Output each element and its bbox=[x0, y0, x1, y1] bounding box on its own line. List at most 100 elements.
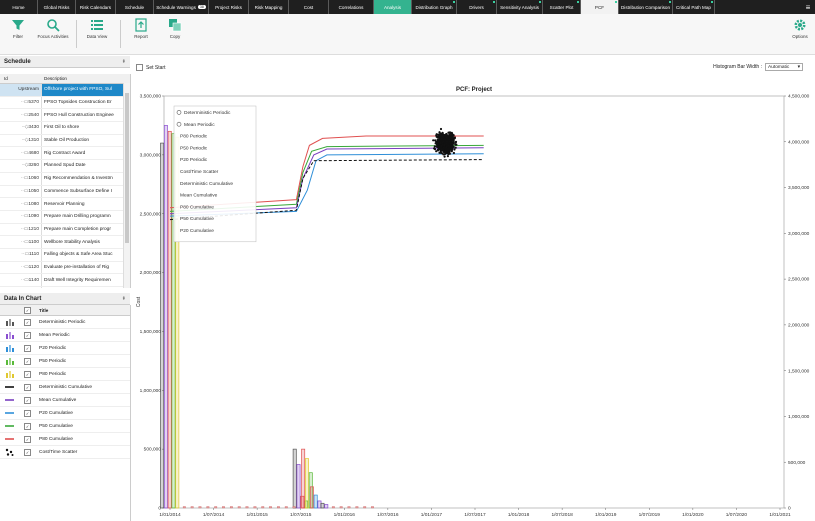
histogram-bar[interactable] bbox=[214, 506, 218, 509]
histogram-bar[interactable] bbox=[160, 142, 165, 509]
column-description-header[interactable]: Description bbox=[42, 76, 67, 81]
legend-item-label[interactable]: Deterministic Periodic bbox=[184, 110, 231, 116]
pin-icon[interactable]: ⇞ bbox=[122, 59, 126, 65]
schedule-row[interactable]: ··▭ 1140 Draft Well Integrity Requiremen bbox=[0, 274, 130, 287]
tab-schedule-warnings[interactable]: Schedule Warnings 38 bbox=[154, 0, 209, 14]
histogram-bar[interactable] bbox=[320, 502, 325, 509]
pin-icon[interactable]: ⇞ bbox=[122, 296, 126, 302]
histogram-bar[interactable] bbox=[245, 506, 249, 509]
schedule-row[interactable]: ··▭ 1120 Evaluate pre-installation of Rig bbox=[0, 261, 130, 275]
tab-home[interactable]: Home bbox=[0, 0, 38, 14]
series-row[interactable]: ✓ Mean Periodic bbox=[0, 329, 130, 342]
legend-item-label[interactable]: Deterministic Cumulative bbox=[180, 181, 233, 187]
series-row[interactable]: ✓ Mean Cumulative bbox=[0, 394, 130, 407]
series-row[interactable]: ✓ P20 Periodic bbox=[0, 342, 130, 355]
series-row[interactable]: ✓ P50 Periodic bbox=[0, 355, 130, 368]
histogram-bar[interactable] bbox=[296, 464, 301, 509]
schedule-row[interactable]: ··▭ 2540 FPSO Hull Construction Enginee bbox=[0, 109, 130, 123]
tab-risk-mapping[interactable]: Risk Mapping bbox=[249, 0, 289, 14]
histogram-bar[interactable] bbox=[222, 506, 225, 509]
series-visibility-checkbox[interactable]: ✓ bbox=[24, 396, 31, 404]
series-visibility-checkbox[interactable]: ✓ bbox=[24, 331, 31, 339]
schedule-row[interactable]: ··▭ 1110 Falling objects & Safe Area Stuc bbox=[0, 248, 130, 262]
histogram-bar[interactable] bbox=[182, 506, 186, 509]
histogram-bar[interactable] bbox=[277, 506, 280, 509]
focus-activities-button[interactable]: Focus Activities bbox=[36, 18, 70, 39]
schedule-row[interactable]: Upstream Offshore project with FPSO, Sul bbox=[0, 84, 130, 97]
options-button[interactable]: Options bbox=[788, 18, 812, 39]
histogram-bar[interactable] bbox=[284, 506, 288, 509]
tab-cost[interactable]: Cost bbox=[289, 0, 329, 14]
schedule-row[interactable]: ··▭ 4680 Rig Contract Award bbox=[0, 147, 130, 161]
legend-item-label[interactable]: P20 Periodic bbox=[180, 157, 208, 163]
tab-risk-calendars[interactable]: Risk Calendars bbox=[76, 0, 116, 14]
series-row[interactable]: ✓ Deterministic Periodic bbox=[0, 316, 130, 329]
histogram-bar[interactable] bbox=[198, 506, 202, 509]
tab-distribution-graph[interactable]: Distribution Graph bbox=[412, 0, 457, 14]
tab-schedule[interactable]: Schedule bbox=[116, 0, 154, 14]
legend-item-label[interactable]: P80 Periodic bbox=[180, 134, 208, 140]
tab-analysis[interactable]: Analysis bbox=[374, 0, 412, 14]
schedule-row[interactable]: ··▭ 5370 FPSO Topsides Construction Er bbox=[0, 96, 130, 110]
tab-project-risks[interactable]: Project Risks bbox=[209, 0, 249, 14]
histogram-bar[interactable] bbox=[261, 506, 265, 509]
histogram-bar[interactable] bbox=[331, 506, 335, 509]
legend-item-label[interactable]: Cost/Time Scatter bbox=[180, 169, 219, 175]
series-visibility-checkbox[interactable]: ✓ bbox=[24, 318, 31, 326]
histogram-bar[interactable] bbox=[347, 506, 351, 509]
filter-button[interactable]: Filter bbox=[6, 18, 30, 39]
schedule-row[interactable]: ··◇ 1310 Stable Oil Production bbox=[0, 134, 130, 148]
histogram-bar[interactable] bbox=[163, 125, 168, 509]
histogram-bar[interactable] bbox=[309, 486, 314, 509]
schedule-row[interactable]: ··▭ 1210 Prepare main Completion progr bbox=[0, 223, 130, 237]
schedule-row[interactable]: ··▭ 1080 Reservoir Planning bbox=[0, 198, 130, 211]
legend-item-label[interactable]: P20 Cumulative bbox=[180, 228, 214, 234]
legend-item-label[interactable]: P80 Cumulative bbox=[180, 204, 214, 210]
legend-item-label[interactable]: Mean Periodic bbox=[184, 122, 215, 128]
histogram-bar[interactable] bbox=[269, 506, 272, 509]
data-view-button[interactable]: Data View bbox=[84, 18, 110, 39]
histogram-bar[interactable] bbox=[237, 506, 241, 509]
column-id-header[interactable]: Id bbox=[0, 76, 42, 81]
series-visibility-checkbox[interactable]: ✓ bbox=[24, 357, 31, 365]
series-visibility-checkbox[interactable]: ✓ bbox=[24, 422, 31, 430]
schedule-row[interactable]: ··▭ 1060 Rig Recommendation & Investm bbox=[0, 172, 130, 186]
series-row[interactable]: ✓ Cost/Time Scatter bbox=[0, 446, 130, 459]
schedule-row[interactable]: ··▭ 1170Draft SIMOPS Guidelines bbox=[0, 287, 130, 288]
report-button[interactable]: Report bbox=[130, 18, 152, 39]
schedule-row[interactable]: ··▭ 1050 Commence Subsurface Define I bbox=[0, 185, 130, 199]
series-visibility-checkbox[interactable]: ✓ bbox=[24, 435, 31, 443]
hamburger-menu-icon[interactable]: ≡ bbox=[801, 0, 815, 14]
pcf-chart[interactable]: PCF: Project Cost 0 500,000 1,000,000 1,500,0… bbox=[132, 56, 815, 521]
schedule-row[interactable]: ··◇ 3260 Planned Spud Date bbox=[0, 160, 130, 173]
histogram-bar[interactable] bbox=[313, 494, 318, 509]
tab-scatter-plot[interactable]: Scatter Plot bbox=[543, 0, 581, 14]
tab-pcf[interactable]: PCF bbox=[581, 0, 619, 14]
legend-item-label[interactable]: Mean Cumulative bbox=[180, 193, 218, 199]
schedule-row[interactable]: ··▭ 1090 Prepare main Drilling programn bbox=[0, 210, 130, 224]
series-visibility-checkbox[interactable]: ✓ bbox=[24, 448, 31, 456]
histogram-bar[interactable] bbox=[206, 506, 210, 509]
histogram-bar[interactable] bbox=[292, 506, 296, 509]
histogram-bar[interactable] bbox=[190, 506, 194, 509]
tab-global-risks[interactable]: Global Risks bbox=[38, 0, 76, 14]
histogram-bar[interactable] bbox=[301, 448, 306, 509]
series-visibility-checkbox[interactable]: ✓ bbox=[24, 344, 31, 352]
histogram-bar[interactable] bbox=[229, 506, 233, 509]
histogram-bar[interactable] bbox=[167, 130, 172, 509]
schedule-scrollbar[interactable] bbox=[123, 83, 130, 288]
tab-drivers[interactable]: Drivers bbox=[457, 0, 497, 14]
histogram-bar[interactable] bbox=[253, 506, 257, 509]
tab-distribution-comparison[interactable]: Distribution Comparison bbox=[619, 0, 673, 14]
series-row[interactable]: ✓ Deterministic Cumulative bbox=[0, 381, 130, 394]
tab-correlations[interactable]: Correlations bbox=[329, 0, 374, 14]
histogram-bar[interactable] bbox=[371, 506, 374, 509]
select-all-checkbox[interactable]: ✓ bbox=[24, 306, 31, 314]
schedule-row[interactable]: ··◇ 3430 First Oil to shore bbox=[0, 122, 130, 135]
series-row[interactable]: ✓ P20 Cumulative bbox=[0, 407, 130, 420]
histogram-bar[interactable] bbox=[292, 448, 297, 509]
tab-critical-path-map[interactable]: Critical Path Map bbox=[673, 0, 715, 14]
legend-item-label[interactable]: P50 Periodic bbox=[180, 145, 208, 151]
series-row[interactable]: ✓ P50 Cumulative bbox=[0, 420, 130, 433]
legend-item-label[interactable]: P50 Cumulative bbox=[180, 216, 214, 222]
